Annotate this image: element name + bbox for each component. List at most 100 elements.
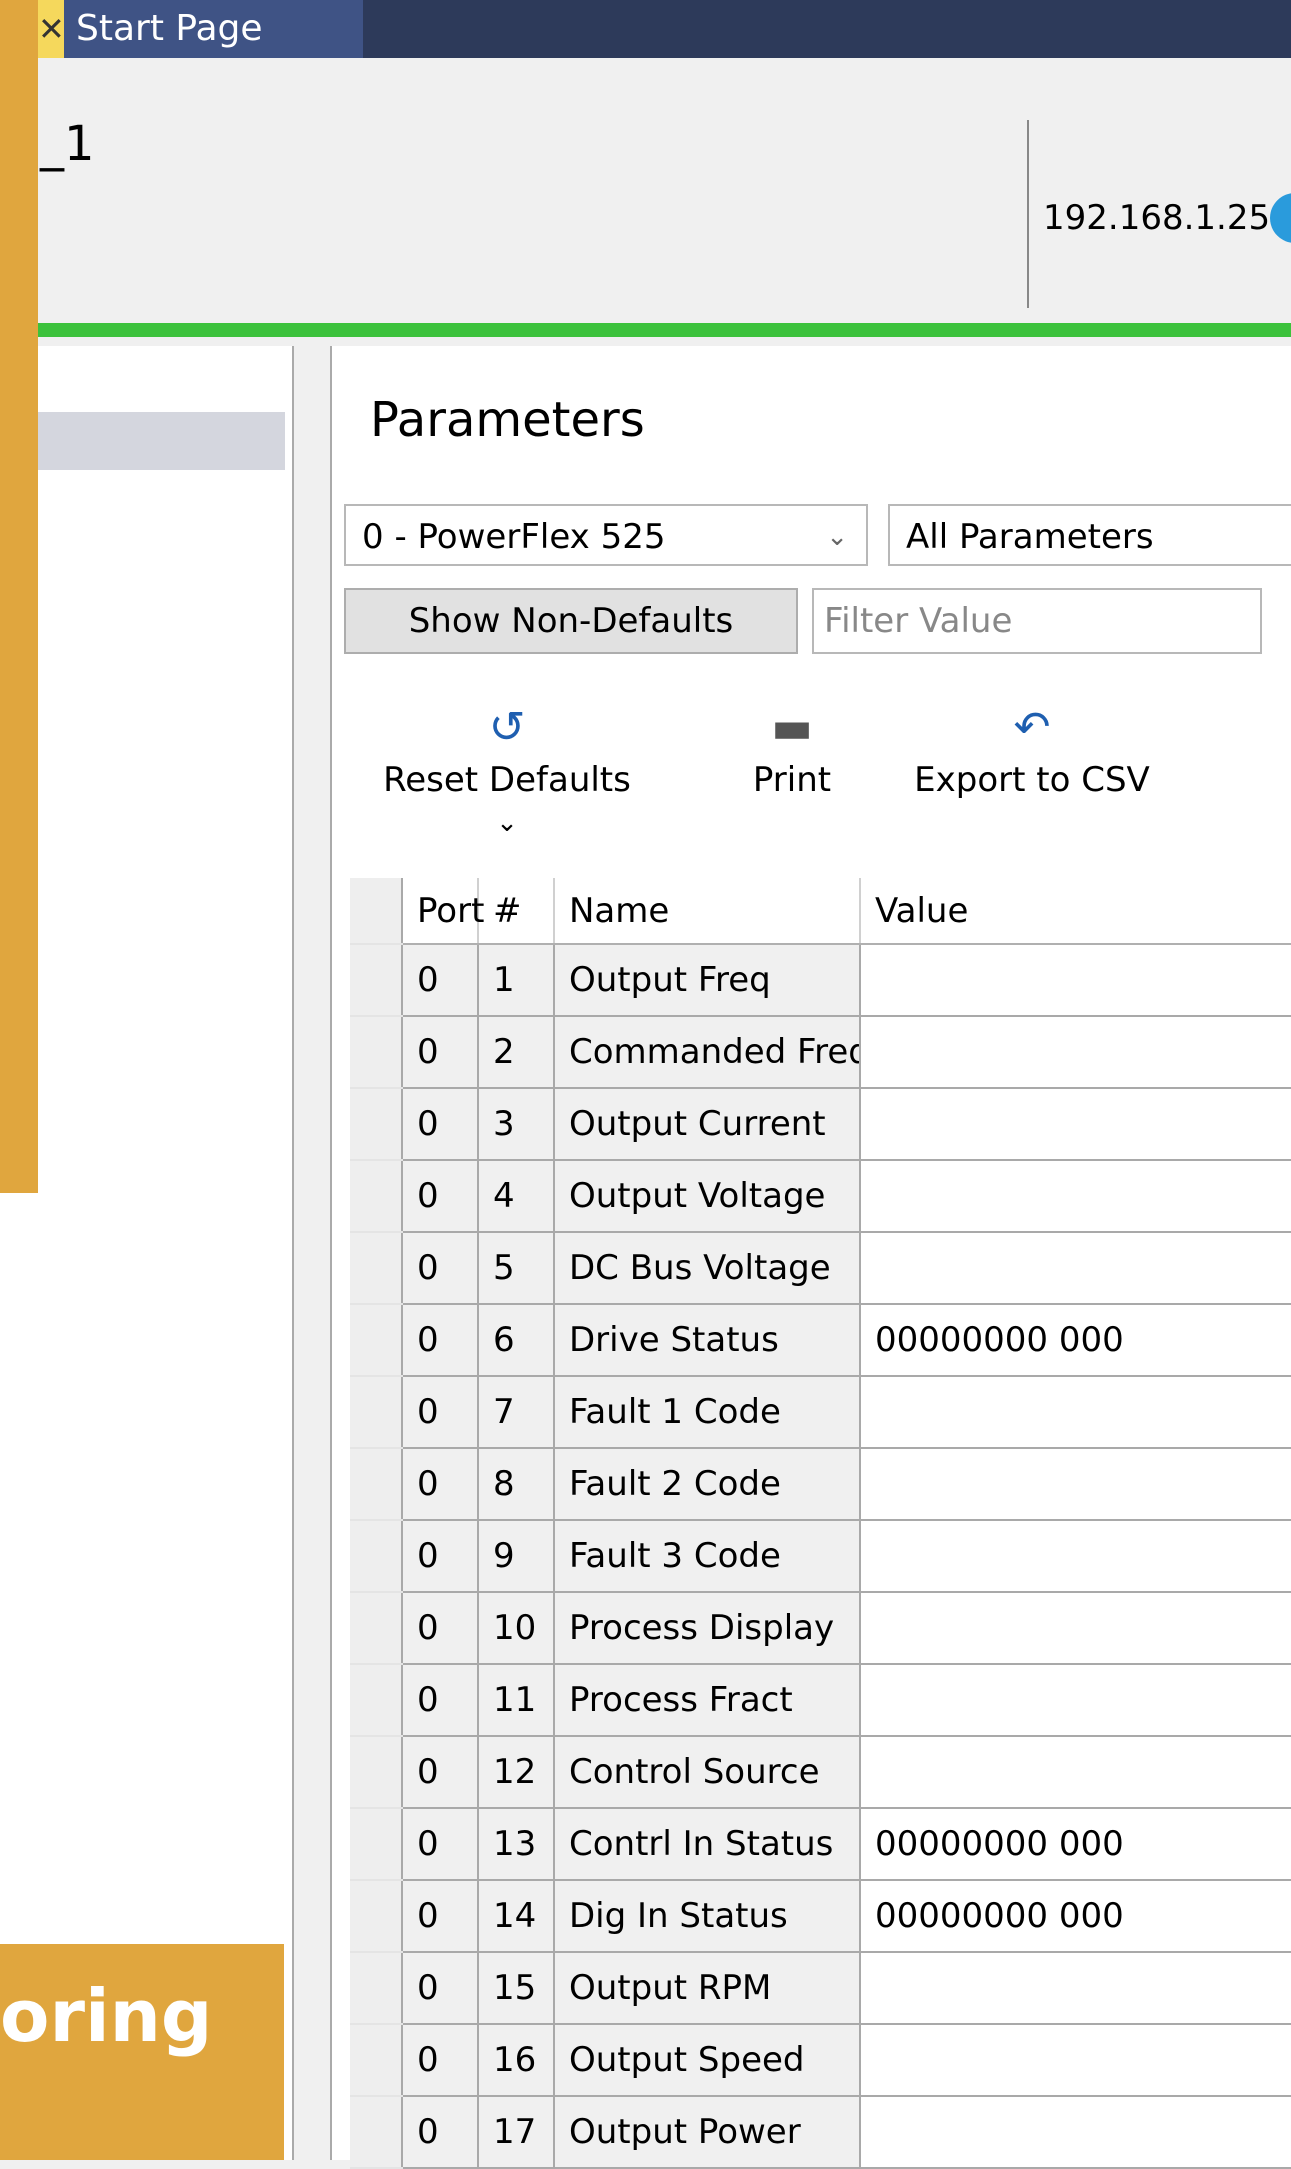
table-row[interactable]: 0 3 Output Current — [350, 1087, 1291, 1161]
cell-port: 0 — [401, 2095, 479, 2169]
table-row[interactable]: 0 16 Output Speed — [350, 2023, 1291, 2097]
print-button[interactable]: ▬ Print — [732, 700, 852, 800]
row-header — [350, 1736, 403, 1809]
cell-port: 0 — [401, 1951, 479, 2025]
export-csv-label: Export to CSV — [914, 760, 1150, 800]
device-tree-panel — [0, 346, 294, 2160]
cell-value[interactable] — [859, 1951, 1291, 2025]
device-header: _1 192.168.1.250 — [0, 58, 1291, 323]
row-header — [350, 944, 403, 1017]
row-header — [350, 1304, 403, 1377]
close-icon[interactable]: ✕ — [38, 0, 65, 58]
device-name: _1 — [40, 116, 95, 172]
cell-port: 0 — [401, 1735, 479, 1809]
table-row[interactable]: 0 13 Contrl In Status 00000000 000 — [350, 1807, 1291, 1881]
tree-item-selected[interactable] — [0, 412, 285, 470]
table-row[interactable]: 0 14 Dig In Status 00000000 000 — [350, 1879, 1291, 1953]
cell-port: 0 — [401, 1807, 479, 1881]
cell-name: Dig In Status — [553, 1879, 861, 1953]
reset-defaults-label: Reset Defaults — [383, 760, 631, 800]
table-row[interactable]: 0 7 Fault 1 Code — [350, 1375, 1291, 1449]
cell-value[interactable] — [859, 1015, 1291, 1089]
table-row[interactable]: 0 8 Fault 2 Code — [350, 1447, 1291, 1521]
cell-name: Output RPM — [553, 1951, 861, 2025]
cell-value[interactable] — [859, 1519, 1291, 1593]
cell-value[interactable] — [859, 1231, 1291, 1305]
overlay-banner-left — [0, 0, 38, 1193]
row-header — [350, 1088, 403, 1161]
row-header — [350, 1160, 403, 1233]
cell-number: 13 — [477, 1807, 555, 1881]
row-header — [350, 1376, 403, 1449]
cell-port: 0 — [401, 1591, 479, 1665]
cell-port: 0 — [401, 1087, 479, 1161]
cell-number: 16 — [477, 2023, 555, 2097]
cell-port: 0 — [401, 1663, 479, 1737]
table-row[interactable]: 0 4 Output Voltage — [350, 1159, 1291, 1233]
cell-value[interactable]: 00000000 000 — [859, 1303, 1291, 1377]
filter-value-input[interactable]: Filter Value — [812, 588, 1262, 654]
table-row[interactable]: 0 9 Fault 3 Code — [350, 1519, 1291, 1593]
undo-icon: ↺ — [488, 702, 526, 753]
table-row[interactable]: 0 5 DC Bus Voltage — [350, 1231, 1291, 1305]
overlay-caption: oring — [0, 1974, 213, 2058]
table-header-row: Port # Name Value — [350, 878, 1291, 945]
table-row[interactable]: 0 11 Process Fract — [350, 1663, 1291, 1737]
table-row[interactable]: 0 15 Output RPM — [350, 1951, 1291, 2025]
cell-value[interactable]: 00000000 000 — [859, 1879, 1291, 1953]
cell-value[interactable]: 00000000 000 — [859, 1807, 1291, 1881]
export-icon: ↶ — [1013, 702, 1051, 753]
table-row[interactable]: 0 10 Process Display — [350, 1591, 1291, 1665]
cell-port: 0 — [401, 1231, 479, 1305]
table-row[interactable]: 0 12 Control Source — [350, 1735, 1291, 1809]
cell-value[interactable] — [859, 1663, 1291, 1737]
cell-number: 12 — [477, 1735, 555, 1809]
column-header-number[interactable]: # — [478, 878, 555, 945]
cell-name: Commanded Freq — [553, 1015, 861, 1089]
row-header — [350, 1016, 403, 1089]
cell-port: 0 — [401, 1879, 479, 1953]
chevron-down-icon: ⌄ — [826, 522, 848, 552]
row-header — [350, 2096, 403, 2169]
cell-number: 1 — [477, 943, 555, 1017]
cell-port: 0 — [401, 2023, 479, 2097]
device-select-value: 0 - PowerFlex 525 — [362, 517, 666, 557]
tab-label: Start Page — [76, 8, 263, 49]
tab-start-page[interactable]: ✕ Start Page — [38, 0, 363, 58]
cell-name: Process Display — [553, 1591, 861, 1665]
column-header-value[interactable]: Value — [860, 878, 1291, 945]
device-select[interactable]: 0 - PowerFlex 525 ⌄ — [344, 504, 868, 566]
table-row[interactable]: 0 17 Output Power — [350, 2095, 1291, 2169]
column-header-port[interactable]: Port — [402, 878, 484, 945]
cell-value[interactable] — [859, 1735, 1291, 1809]
print-label: Print — [752, 760, 832, 800]
cell-value[interactable] — [859, 2023, 1291, 2097]
cell-port: 0 — [401, 943, 479, 1017]
cell-value[interactable] — [859, 943, 1291, 1017]
chevron-down-icon: ⌄ — [496, 808, 518, 838]
connection-status-bar — [0, 323, 1291, 337]
cell-number: 5 — [477, 1231, 555, 1305]
row-header — [350, 1520, 403, 1593]
reset-defaults-button[interactable]: ↺ Reset Defaults ⌄ — [372, 700, 642, 840]
cell-value[interactable] — [859, 1087, 1291, 1161]
cell-number: 9 — [477, 1519, 555, 1593]
cell-port: 0 — [401, 1375, 479, 1449]
parameter-group-select[interactable]: All Parameters — [888, 504, 1291, 566]
table-row[interactable]: 0 1 Output Freq — [350, 943, 1291, 1017]
cell-value[interactable] — [859, 1447, 1291, 1521]
cell-name: Output Power — [553, 2095, 861, 2169]
export-csv-button[interactable]: ↶ Export to CSV — [902, 700, 1162, 800]
table-row[interactable]: 0 2 Commanded Freq — [350, 1015, 1291, 1089]
show-non-defaults-button[interactable]: Show Non-Defaults — [344, 588, 798, 654]
table-row[interactable]: 0 6 Drive Status 00000000 000 — [350, 1303, 1291, 1377]
cell-number: 8 — [477, 1447, 555, 1521]
cell-value[interactable] — [859, 1159, 1291, 1233]
cell-number: 4 — [477, 1159, 555, 1233]
cell-value[interactable] — [859, 2095, 1291, 2169]
column-header-name[interactable]: Name — [554, 878, 861, 945]
cell-value[interactable] — [859, 1591, 1291, 1665]
cell-name: Drive Status — [553, 1303, 861, 1377]
row-header — [350, 1232, 403, 1305]
cell-value[interactable] — [859, 1375, 1291, 1449]
